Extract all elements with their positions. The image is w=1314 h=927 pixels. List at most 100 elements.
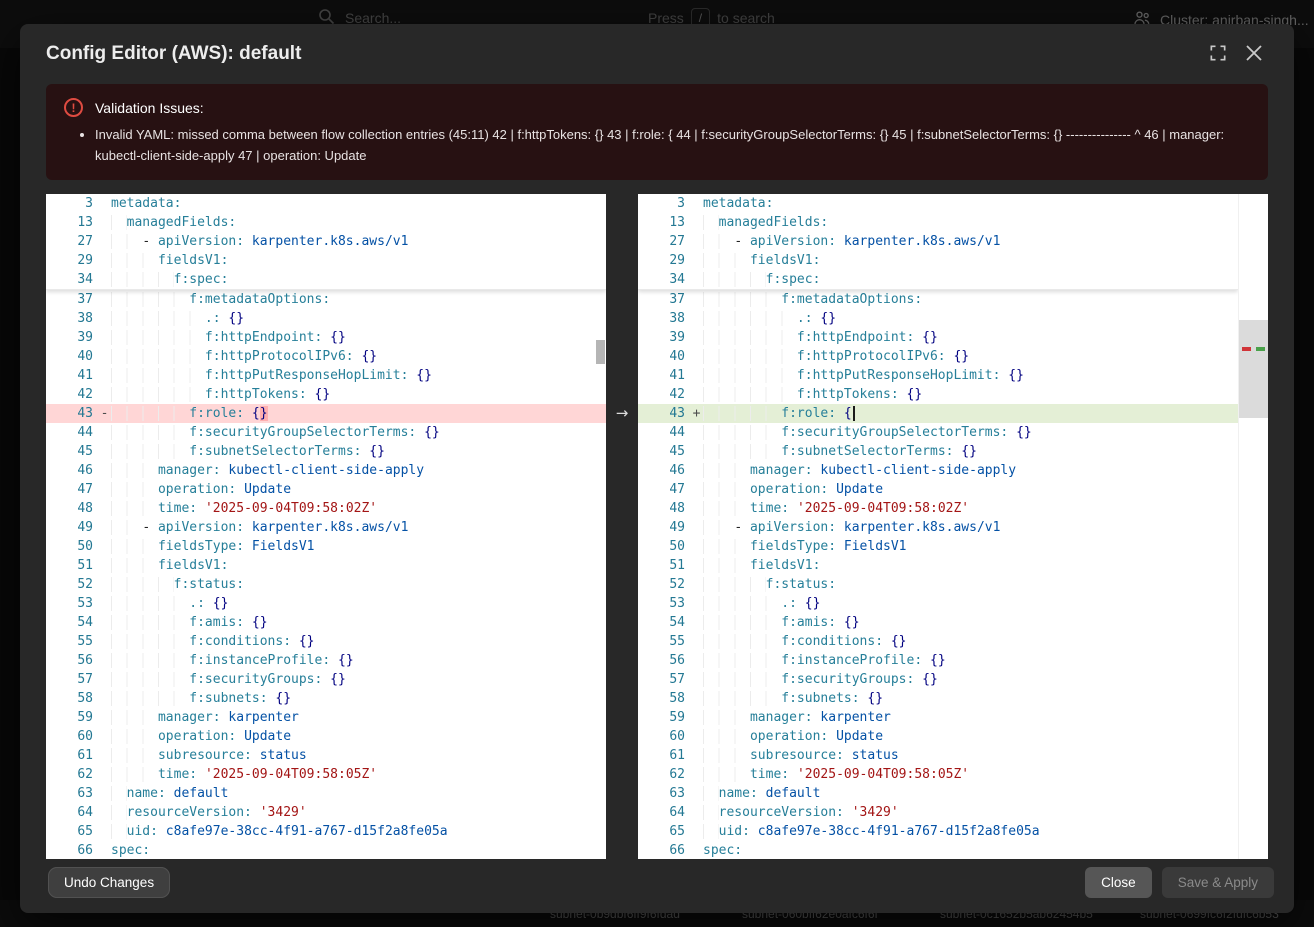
save-apply-button[interactable]: Save & Apply	[1162, 867, 1274, 898]
line-content: f:role: {	[703, 404, 1238, 423]
code-line[interactable]: 53 .: {}	[46, 594, 606, 613]
code-line[interactable]: 61 subresource: status	[46, 746, 606, 765]
fullscreen-button[interactable]	[1200, 36, 1236, 72]
code-line[interactable]: 49 - apiVersion: karpenter.k8s.aws/v1	[638, 518, 1238, 537]
vertical-scrollbar-thumb[interactable]	[596, 340, 605, 364]
code-line[interactable]: 55 f:conditions: {}	[46, 632, 606, 651]
code-line[interactable]: 48 time: '2025-09-04T09:58:02Z'	[46, 499, 606, 518]
sticky-line[interactable]: 3metadata:	[638, 194, 1238, 213]
sticky-line[interactable]: 27 - apiVersion: karpenter.k8s.aws/v1	[638, 232, 1238, 251]
code-line[interactable]: 62 time: '2025-09-04T09:58:05Z'	[46, 765, 606, 784]
code-line[interactable]: 49 - apiVersion: karpenter.k8s.aws/v1	[46, 518, 606, 537]
code-line[interactable]: 46 manager: kubectl-client-side-apply	[638, 461, 1238, 480]
code-line[interactable]: 55 f:conditions: {}	[638, 632, 1238, 651]
yaml-diff-editor[interactable]: 3metadata:13 managedFields:27 - apiVersi…	[46, 194, 1268, 859]
code-line[interactable]: 44 f:securityGroupSelectorTerms: {}	[638, 423, 1238, 442]
code-line[interactable]: 64 resourceVersion: '3429'	[638, 803, 1238, 822]
sticky-line[interactable]: 29 fieldsV1:	[46, 251, 606, 270]
original-code[interactable]: 37 f:metadataOptions:38 .: {}39 f:httpEn…	[46, 290, 606, 859]
code-line[interactable]: 39 f:httpEndpoint: {}	[46, 328, 606, 347]
code-line[interactable]: 37 f:metadataOptions:	[46, 290, 606, 309]
code-line[interactable]: 41 f:httpPutResponseHopLimit: {}	[46, 366, 606, 385]
code-line[interactable]: 63 name: default	[638, 784, 1238, 803]
code-line[interactable]: 53 .: {}	[638, 594, 1238, 613]
sticky-line[interactable]: 13 managedFields:	[638, 213, 1238, 232]
code-line[interactable]: 59 manager: karpenter	[638, 708, 1238, 727]
code-line[interactable]: 60 operation: Update	[638, 727, 1238, 746]
code-line[interactable]: 51 fieldsV1:	[638, 556, 1238, 575]
code-line[interactable]: 65 uid: c8afe97e-38cc-4f91-a767-d15f2a8f…	[638, 822, 1238, 841]
code-line[interactable]: 50 fieldsType: FieldsV1	[638, 537, 1238, 556]
undo-changes-button[interactable]: Undo Changes	[48, 867, 170, 898]
indent-guides	[111, 672, 189, 687]
code-line[interactable]: 45 f:subnetSelectorTerms: {}	[638, 442, 1238, 461]
line-content: fieldsV1:	[111, 556, 606, 575]
code-line[interactable]: 65 uid: c8afe97e-38cc-4f91-a767-d15f2a8f…	[46, 822, 606, 841]
code-line[interactable]: 38 .: {}	[638, 309, 1238, 328]
diff-marker	[690, 270, 703, 289]
code-line[interactable]: 63 name: default	[46, 784, 606, 803]
code-line[interactable]: 43+ f:role: {	[638, 404, 1238, 423]
diff-pane-original[interactable]: 3metadata:13 managedFields:27 - apiVersi…	[46, 194, 606, 859]
code-line[interactable]: 50 fieldsType: FieldsV1	[46, 537, 606, 556]
code-line[interactable]: 54 f:amis: {}	[46, 613, 606, 632]
code-line[interactable]: 45 f:subnetSelectorTerms: {}	[46, 442, 606, 461]
sticky-line[interactable]: 13 managedFields:	[46, 213, 606, 232]
revert-change-arrow-icon[interactable]: →	[611, 404, 633, 423]
code-line[interactable]: 44 f:securityGroupSelectorTerms: {}	[46, 423, 606, 442]
modified-code[interactable]: 37 f:metadataOptions:38 .: {}39 f:httpEn…	[638, 290, 1238, 859]
code-line[interactable]: 47 operation: Update	[638, 480, 1238, 499]
line-number: 59	[46, 708, 98, 727]
code-line[interactable]: 37 f:metadataOptions:	[638, 290, 1238, 309]
diff-pane-modified[interactable]: 3metadata:13 managedFields:27 - apiVersi…	[638, 194, 1238, 859]
overview-slider[interactable]	[1239, 320, 1268, 418]
close-dialog-button[interactable]	[1236, 36, 1272, 72]
code-line[interactable]: 39 f:httpEndpoint: {}	[638, 328, 1238, 347]
code-line[interactable]: 38 .: {}	[46, 309, 606, 328]
code-line[interactable]: 43- f:role: {}	[46, 404, 606, 423]
line-content: f:securityGroups: {}	[111, 670, 606, 689]
code-line[interactable]: 58 f:subnets: {}	[638, 689, 1238, 708]
line-number: 51	[46, 556, 98, 575]
code-line[interactable]: 40 f:httpProtocolIPv6: {}	[638, 347, 1238, 366]
code-line[interactable]: 57 f:securityGroups: {}	[638, 670, 1238, 689]
code-line[interactable]: 57 f:securityGroups: {}	[46, 670, 606, 689]
line-content: time: '2025-09-04T09:58:02Z'	[111, 499, 606, 518]
code-line[interactable]: 56 f:instanceProfile: {}	[638, 651, 1238, 670]
code-line[interactable]: 41 f:httpPutResponseHopLimit: {}	[638, 366, 1238, 385]
indent-guides	[111, 520, 142, 535]
dialog-header: Config Editor (AWS): default	[20, 24, 1294, 80]
code-line[interactable]: 42 f:httpTokens: {}	[46, 385, 606, 404]
diff-marker	[98, 727, 111, 746]
diff-overview-ruler[interactable]	[1238, 194, 1268, 859]
sticky-line[interactable]: 34 f:spec:	[638, 270, 1238, 289]
sticky-line[interactable]: 34 f:spec:	[46, 270, 606, 289]
code-line[interactable]: 60 operation: Update	[46, 727, 606, 746]
code-line[interactable]: 48 time: '2025-09-04T09:58:02Z'	[638, 499, 1238, 518]
line-number: 63	[46, 784, 98, 803]
indent-guides	[111, 501, 158, 516]
code-line[interactable]: 52 f:status:	[46, 575, 606, 594]
code-line[interactable]: 42 f:httpTokens: {}	[638, 385, 1238, 404]
sticky-line[interactable]: 29 fieldsV1:	[638, 251, 1238, 270]
code-line[interactable]: 61 subresource: status	[638, 746, 1238, 765]
diff-marker	[690, 556, 703, 575]
code-line[interactable]: 40 f:httpProtocolIPv6: {}	[46, 347, 606, 366]
code-line[interactable]: 54 f:amis: {}	[638, 613, 1238, 632]
sticky-line[interactable]: 27 - apiVersion: karpenter.k8s.aws/v1	[46, 232, 606, 251]
line-number: 42	[46, 385, 98, 404]
code-line[interactable]: 46 manager: kubectl-client-side-apply	[46, 461, 606, 480]
code-line[interactable]: 58 f:subnets: {}	[46, 689, 606, 708]
indent-guides	[703, 330, 797, 345]
code-line[interactable]: 56 f:instanceProfile: {}	[46, 651, 606, 670]
code-line[interactable]: 52 f:status:	[638, 575, 1238, 594]
close-button[interactable]: Close	[1085, 867, 1152, 898]
code-line[interactable]: 47 operation: Update	[46, 480, 606, 499]
code-line[interactable]: 64 resourceVersion: '3429'	[46, 803, 606, 822]
diff-marker	[98, 689, 111, 708]
diff-marker	[690, 594, 703, 613]
code-line[interactable]: 59 manager: karpenter	[46, 708, 606, 727]
code-line[interactable]: 51 fieldsV1:	[46, 556, 606, 575]
sticky-line[interactable]: 3metadata:	[46, 194, 606, 213]
code-line[interactable]: 62 time: '2025-09-04T09:58:05Z'	[638, 765, 1238, 784]
